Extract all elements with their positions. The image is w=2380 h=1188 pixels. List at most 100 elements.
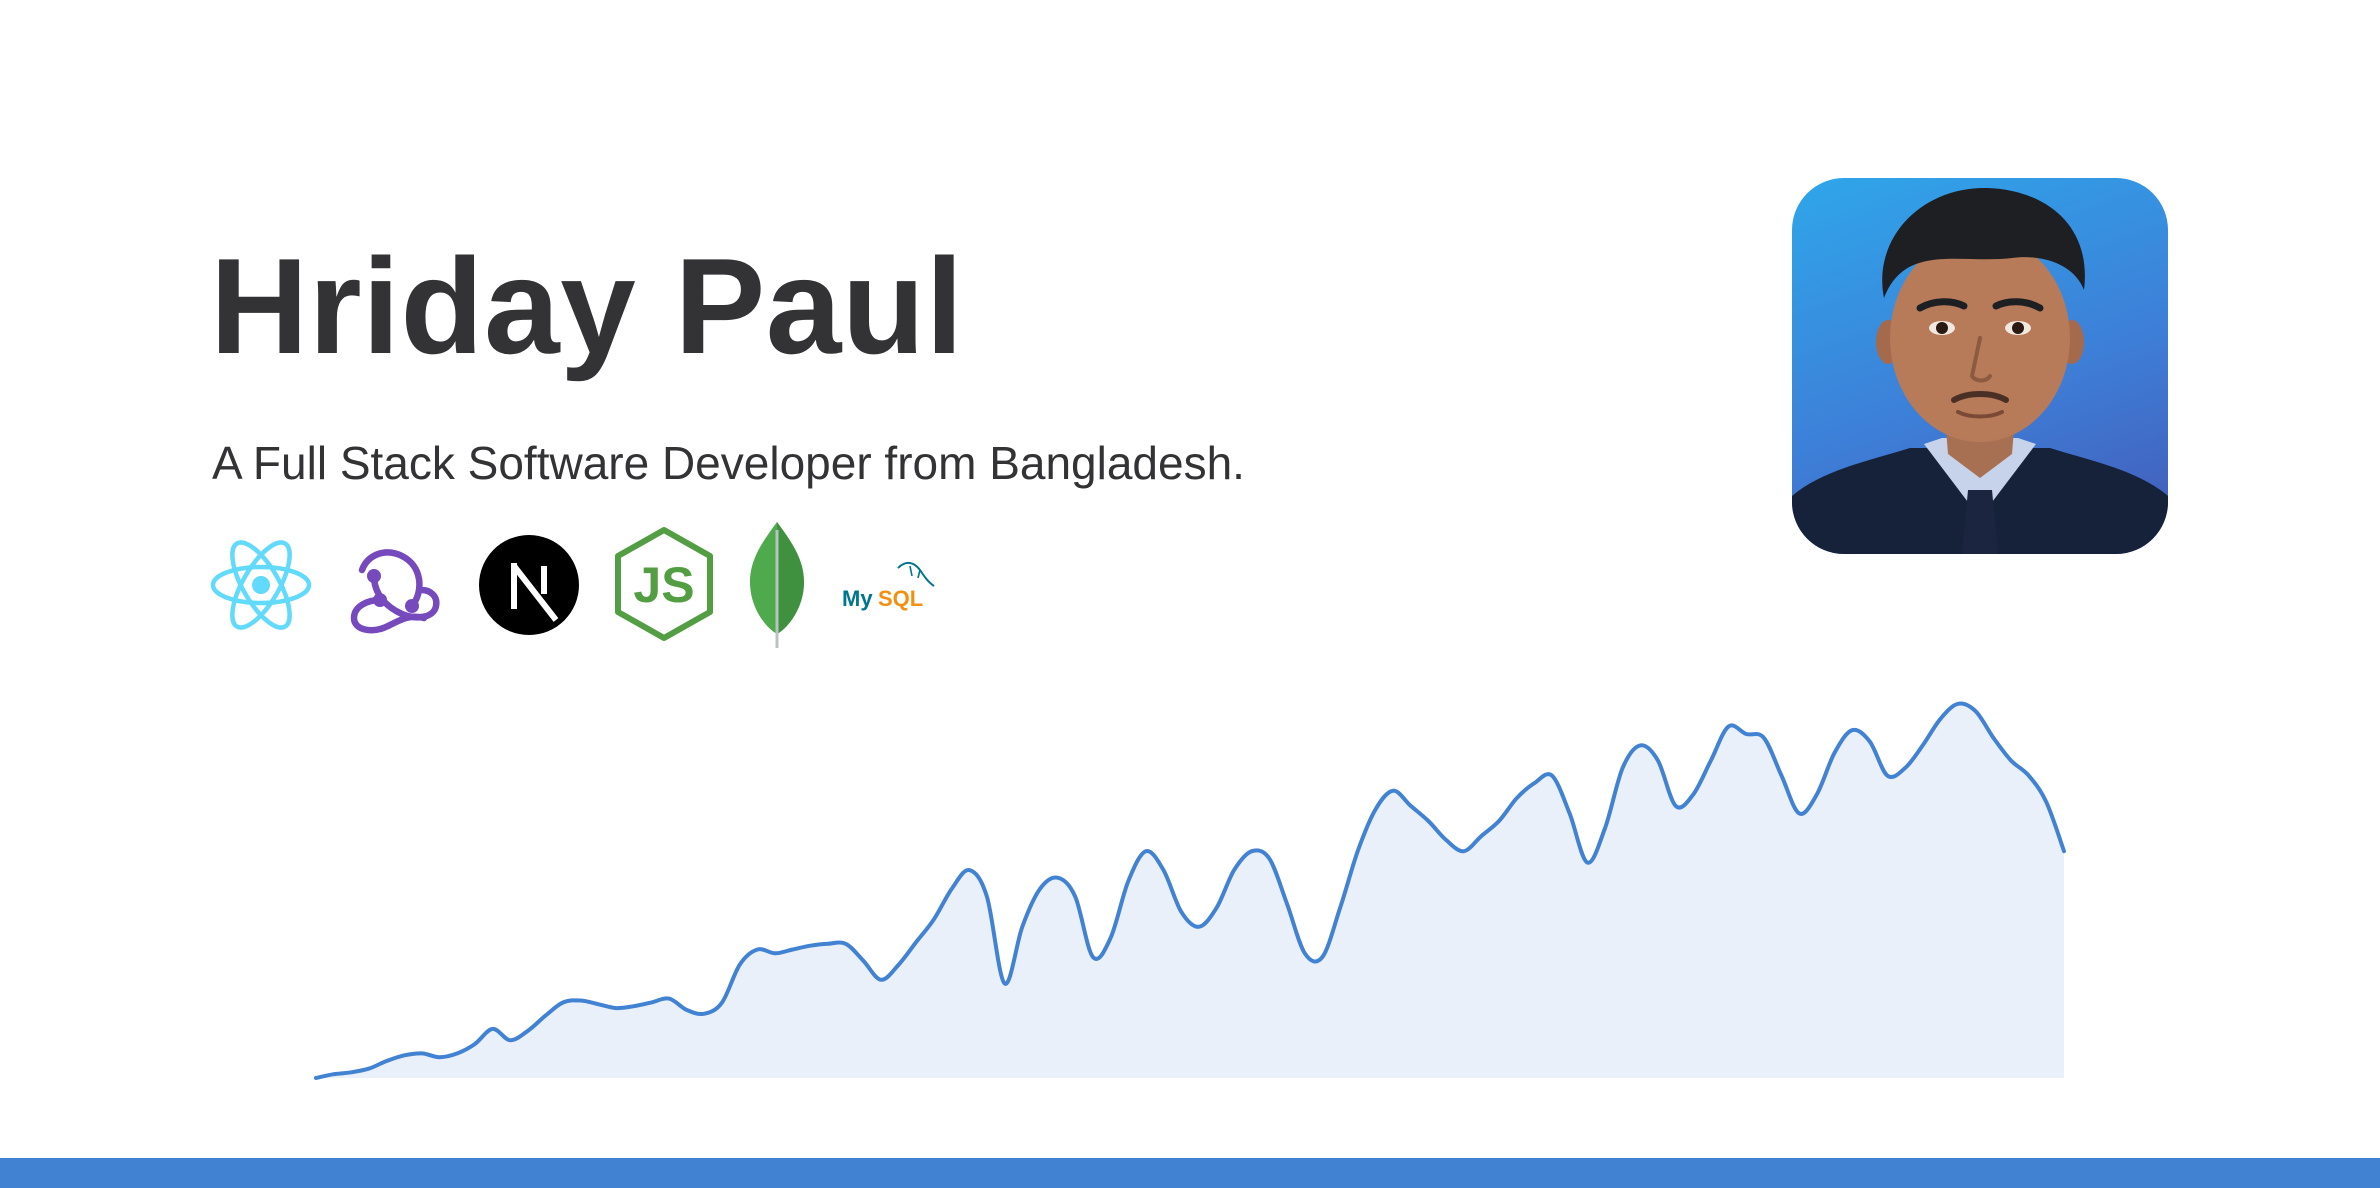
chart-point [879,978,883,982]
chart-point [402,1053,406,1057]
chart-point [1550,774,1554,778]
chart-point [508,1038,512,1042]
chart-point [1126,879,1130,883]
chart-point [1320,955,1324,959]
chart-point [1391,789,1395,793]
chart-point [491,1027,495,1031]
profile-photo [1792,178,2168,554]
chart-point [985,895,989,899]
profile-tagline: A Full Stack Software Developer from Ban… [212,437,1245,489]
chart-point [1568,811,1572,815]
chart-point [1462,849,1466,853]
chart-point [897,963,901,967]
chart-point [1197,925,1201,929]
chart-point [1691,793,1695,797]
chart-point [1744,732,1748,736]
chart-point [1497,819,1501,823]
chart-point [1515,796,1519,800]
chart-point [861,959,865,963]
chart-point [1056,876,1060,880]
chart-point [844,942,848,946]
chart-point [2027,774,2031,778]
chart-point [1727,725,1731,729]
chart-point [685,1008,689,1012]
chart-point [1603,827,1607,831]
chart-point [314,1076,318,1080]
svg-text:JS: JS [633,557,694,613]
chart-point [561,1000,565,1004]
chart-point [1638,743,1642,747]
chart-point [1833,751,1837,755]
chart-area-fill [316,703,2064,1078]
chart-point [1338,906,1342,910]
chart-point [1903,766,1907,770]
chart-point [1850,728,1854,732]
profile-banner: Hriday Paul A Full Stack Software Develo… [0,0,2380,1188]
chart-point [614,1006,618,1010]
chart-point [1285,902,1289,906]
chart-point [1974,709,1978,713]
chart-point [1656,759,1660,763]
chart-point [1532,781,1536,785]
profile-name: Hriday Paul [210,230,964,382]
chart-point [1585,861,1589,865]
chart-point [385,1059,389,1063]
chart-point [1938,717,1942,721]
footer-accent-bar [0,1158,2380,1188]
chart-point [1356,849,1360,853]
chart-point [420,1051,424,1055]
chart-point [932,917,936,921]
chart-point [826,942,830,946]
chart-point [1003,982,1007,986]
chart-point [702,1012,706,1016]
chart-point [1303,951,1307,955]
chart-point [1762,736,1766,740]
chart-point [967,868,971,872]
chart-point [1179,910,1183,914]
chart-point [579,999,583,1003]
mysql-label-sql: SQL [878,586,923,611]
chart-point [2062,849,2066,853]
chart-point [738,963,742,967]
chart-point [455,1051,459,1055]
chart-point [526,1029,530,1033]
chart-point [720,1000,724,1004]
chart-point [1991,736,1995,740]
chart-point [1444,838,1448,842]
mongodb-icon [746,520,808,650]
chart-point [2044,800,2048,804]
redux-icon [344,536,444,666]
chart-point [2009,759,2013,763]
react-icon [210,534,312,664]
chart-point [473,1042,477,1046]
chart-point [1109,936,1113,940]
chart-point [1020,925,1024,929]
chart-point [808,944,812,948]
chart-point [1885,774,1889,778]
chart-point [950,887,954,891]
chart-point [1797,811,1801,815]
chart-point [1868,740,1872,744]
chart-point [650,1000,654,1004]
chart-point [791,948,795,952]
chart-point [1162,868,1166,872]
chart-point [1815,793,1819,797]
chart-point [332,1072,336,1076]
chart-point [597,1002,601,1006]
chart-point [544,1014,548,1018]
chart-point [1409,804,1413,808]
mysql-label-my: My [842,586,873,611]
chart-point [1674,804,1678,808]
chart-point [914,940,918,944]
chart-point [349,1070,353,1074]
chart-point [1709,759,1713,763]
chart-point [1956,702,1960,706]
chart-point [773,951,777,955]
chart-point [1479,834,1483,838]
chart-point [667,997,671,1001]
chart-point [1921,743,1925,747]
chart-point [755,948,759,952]
tech-stack-row: JS My SQL [210,520,950,650]
chart-point [1250,849,1254,853]
chart-point [1268,857,1272,861]
